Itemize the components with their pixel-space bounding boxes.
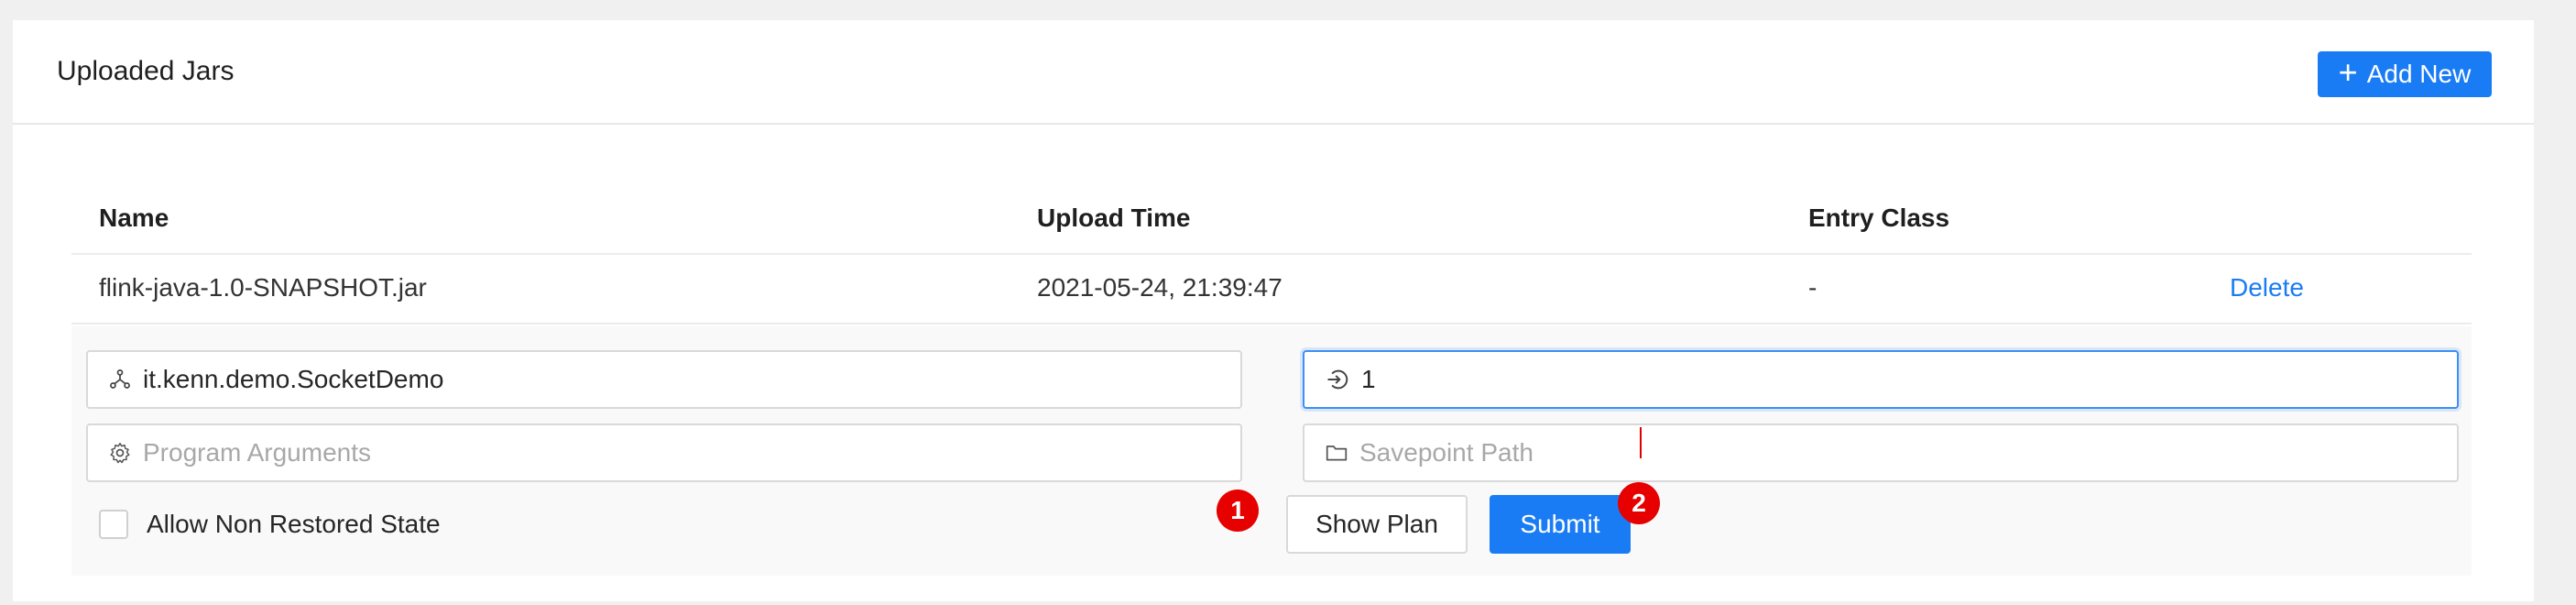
annotation-marker-1: 1 (1217, 490, 1259, 532)
entry-class-input[interactable]: it.kenn.demo.SocketDemo (86, 350, 1242, 409)
program-arguments-placeholder: Program Arguments (143, 438, 371, 467)
column-header-entry-class: Entry Class (1808, 204, 1950, 232)
parallelism-value: 1 (1361, 365, 1376, 393)
table-row[interactable]: flink-java-1.0-SNAPSHOT.jar 2021-05-24, … (71, 255, 2472, 324)
savepoint-path-input[interactable]: Savepoint Path (1303, 424, 2459, 482)
uploaded-jars-card: Uploaded Jars + Add New Name Upload Time… (13, 20, 2534, 601)
jars-table: Name Upload Time Entry Class flink-java-… (71, 185, 2472, 324)
parallelism-input[interactable]: 1 (1303, 350, 2459, 409)
folder-icon (1326, 446, 1348, 461)
allow-non-restored-checkbox[interactable]: Allow Non Restored State (99, 510, 441, 539)
cursor-indicator (1640, 427, 1642, 458)
delete-link[interactable]: Delete (2230, 273, 2304, 302)
column-header-name: Name (99, 204, 169, 232)
savepoint-path-placeholder: Savepoint Path (1359, 438, 1534, 467)
show-plan-button[interactable]: Show Plan (1286, 495, 1468, 554)
plus-icon: + (2338, 53, 2358, 91)
submit-job-form: it.kenn.demo.SocketDemo 1 Program Argume… (71, 326, 2472, 576)
annotation-marker-2: 2 (1618, 482, 1660, 524)
checkbox-box[interactable] (99, 510, 128, 539)
cluster-icon (110, 369, 130, 389)
program-arguments-input[interactable]: Program Arguments (86, 424, 1242, 482)
page-title: Uploaded Jars (57, 56, 235, 86)
card-header: Uploaded Jars + Add New (13, 20, 2534, 125)
add-new-button[interactable]: + Add New (2318, 51, 2492, 97)
login-icon (1327, 369, 1348, 390)
submit-button[interactable]: Submit (1490, 495, 1631, 554)
jar-name: flink-java-1.0-SNAPSHOT.jar (99, 273, 427, 302)
jar-entry-class: - (1808, 273, 1817, 302)
allow-non-restored-label: Allow Non Restored State (147, 510, 441, 538)
table-header: Name Upload Time Entry Class (71, 185, 2472, 255)
add-new-label: Add New (2366, 60, 2472, 88)
jar-upload-time: 2021-05-24, 21:39:47 (1037, 273, 1283, 302)
gear-icon (110, 442, 130, 464)
column-header-upload-time: Upload Time (1037, 204, 1191, 232)
entry-class-value: it.kenn.demo.SocketDemo (143, 365, 444, 393)
